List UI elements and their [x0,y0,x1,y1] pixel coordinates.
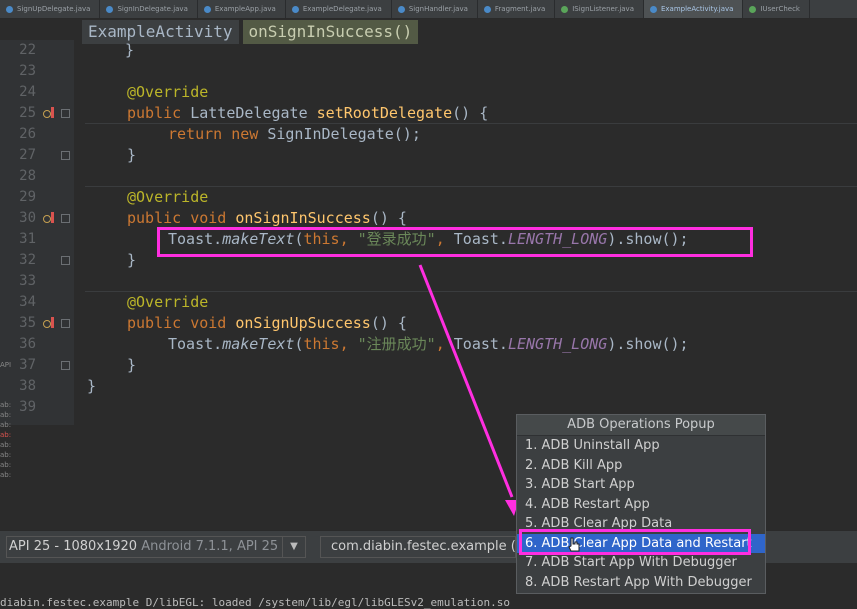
java-class-icon [397,5,405,13]
popup-title: ADB Operations Popup [517,415,765,436]
tab-fragment[interactable]: Fragment.java [478,0,556,18]
tab-iusercheck[interactable]: IUserCheck [743,0,810,18]
java-class-icon [649,5,657,13]
adb-uninstall-app-item[interactable]: 1. ADB Uninstall App [517,436,765,456]
adb-kill-app-item[interactable]: 2. ADB Kill App [517,456,765,476]
code-line-31: Toast.makeText(this, "登录成功", Toast.LENGT… [168,230,689,248]
line-number: 37 [19,357,36,373]
line-number: 23 [19,63,36,79]
tab-signindelegate[interactable]: SignInDelegate.java [100,0,198,18]
tab-exampledelegate[interactable]: ExampleDelegate.java [286,0,392,18]
adb-operations-popup: ADB Operations Popup 1. ADB Uninstall Ap… [516,414,766,594]
process-select[interactable]: com.diabin.festec.example ( [320,536,516,558]
java-interface-icon [561,5,569,13]
log-line: diabin.festec.example D/libEGL: loaded /… [0,596,857,609]
chevron-down-icon[interactable]: ▼ [282,537,305,557]
tab-exampleapp[interactable]: ExampleApp.java [198,0,286,18]
java-interface-icon [749,5,757,13]
line-number: 36 [19,336,36,352]
editor-tab-bar: SignUpDelegate.java SignInDelegate.java … [0,0,857,19]
java-class-icon [483,5,491,13]
code-line-24: @Override [127,83,209,101]
tab-signhandler[interactable]: SignHandler.java [392,0,478,18]
adb-start-app-with-debugger-item[interactable]: 7. ADB Start App With Debugger [517,553,765,573]
java-class-icon [291,5,299,13]
java-class-icon [106,5,114,13]
line-number: 35 [19,315,36,331]
line-number: 31 [19,231,36,247]
line-number: 29 [19,189,36,205]
code-line-30: public void onSignInSuccess() { [127,209,407,227]
code-line-34: @Override [127,293,209,311]
adb-restart-app-with-debugger-item[interactable]: 8. ADB Restart App With Debugger [517,573,765,593]
device-select[interactable]: API 25 - 1080x1920 Android 7.1.1, API 25… [6,536,306,558]
line-number: 24 [19,84,36,100]
code-line-25: public LatteDelegate setRootDelegate() { [127,104,489,122]
override-marker-icon[interactable] [43,107,55,120]
adb-clear-app-data-and-restart-item[interactable]: 6. ADB Clear App Data and Restart [517,533,765,553]
java-class-icon [6,5,13,13]
line-number: 33 [19,273,36,289]
line-number: 22 [19,42,36,58]
line-number: 28 [19,168,36,184]
fold-icon[interactable] [61,151,70,160]
code-line-26: return new SignInDelegate(); [168,125,421,143]
fold-icon[interactable] [61,214,70,223]
code-line-27: } [127,146,137,164]
code-line-32: } [127,251,137,269]
tab-exampleactivity[interactable]: ExampleActivity.java [643,0,744,18]
fold-icon[interactable] [61,361,70,370]
fold-icon[interactable] [61,109,70,118]
override-marker-icon[interactable] [43,317,55,330]
code-line-22: } [125,41,135,59]
code-editor[interactable]: } @Override public LatteDelegate setRoot… [85,40,857,425]
fold-icon[interactable] [61,256,70,265]
line-number: 39 [19,399,36,415]
tab-signupdelegate[interactable]: SignUpDelegate.java [0,0,101,18]
code-line-29: @Override [127,188,209,206]
editor-gutter: 22 23 24 25 26 27 28 29 30 31 32 33 34 3… [0,40,74,425]
line-number: 25 [19,105,36,121]
code-line-37: } [127,356,137,374]
line-number: 27 [19,147,36,163]
code-line-38: } [87,377,97,395]
adb-start-app-item[interactable]: 3. ADB Start App [517,475,765,495]
line-number: 32 [19,252,36,268]
adb-restart-app-item[interactable]: 4. ADB Restart App [517,495,765,515]
override-marker-icon[interactable] [43,212,55,225]
log-panel-edge: API ab: ab: ab: ab: ab: ab: ab: ab: [0,361,12,479]
tab-isignlistener[interactable]: ISignListener.java [555,0,644,18]
code-line-36: Toast.makeText(this, "注册成功", Toast.LENGT… [168,335,689,353]
java-class-icon [203,5,211,13]
line-number: 30 [19,210,36,226]
line-number: 26 [19,126,36,142]
line-number: 34 [19,294,36,310]
code-line-35: public void onSignUpSuccess() { [127,314,407,332]
line-number: 38 [19,378,36,394]
adb-clear-app-data-item[interactable]: 5. ADB Clear App Data [517,514,765,534]
fold-icon[interactable] [61,319,70,328]
